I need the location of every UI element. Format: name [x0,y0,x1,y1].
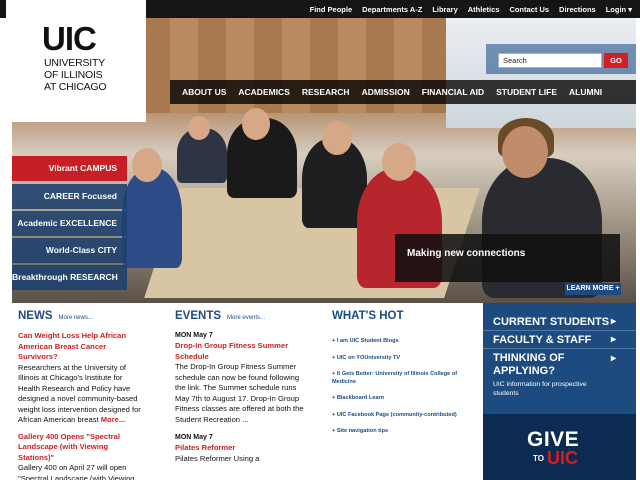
more-events-link[interactable]: More events... [227,315,265,321]
utility-link-find-people[interactable]: Find People [310,5,353,14]
logo-line-1: UNIVERSITY [44,57,106,69]
news-item: Can Weight Loss Help African American Br… [18,331,146,426]
hero-student-head [382,143,416,181]
search-input[interactable] [498,53,602,68]
nav-student-life[interactable]: STUDENT LIFE [490,87,563,97]
hero-student-head [502,126,548,178]
faculty-staff-link[interactable]: FACULTY & STAFF ▸ [493,334,616,346]
more-news-link[interactable]: More news... [59,315,93,321]
hot-link-facebook[interactable]: UIC Facebook Page (community-contributed… [332,412,462,420]
give-to-uic-banner[interactable]: GIVE TO UIC [483,414,636,480]
logo-mark: UIC [42,20,97,57]
hot-link-student-blogs[interactable]: I am UIC Student Blogs [332,338,462,346]
hot-link-youniversity-tv[interactable]: UIC on YOUniversity TV [332,355,462,363]
divider [483,330,636,331]
news-item-body: Researchers at the University of Illinoi… [18,363,146,426]
event-body: Pilates Reformer Using a [175,453,260,463]
current-students-label: CURRENT STUDENTS [493,316,610,328]
logo-wordmark: UNIVERSITY OF ILLINOIS AT CHICAGO [44,57,107,93]
hero-student-head [242,108,270,140]
hero-caption: Making new connections [395,234,620,282]
give-uic-word: UIC [547,448,578,468]
nav-alumni[interactable]: ALUMNI [563,87,608,97]
event-date: MON May 7 [175,434,213,441]
whats-hot-section: WHAT'S HOT I am UIC Student Blogs UIC on… [332,310,462,445]
events-title: EVENTS [175,310,222,322]
nav-research[interactable]: RESEARCH [296,87,356,97]
tab-career-focused[interactable]: CAREER Focused [12,184,127,209]
faculty-staff-label: FACULTY & STAFF [493,334,592,346]
tab-breakthrough-research[interactable]: Breakthrough RESEARCH [12,265,127,290]
news-header: NEWS More news... [18,310,146,322]
chevron-right-icon: ▸ [611,353,617,364]
news-item-more-link[interactable]: More... [101,415,125,424]
divider [483,348,636,349]
tab-academic-excellence[interactable]: Academic EXCELLENCE [12,211,127,236]
utility-links: Find People Departments A-Z Library Athl… [310,0,632,18]
tab-vibrant-campus[interactable]: Vibrant CAMPUS [12,156,127,181]
tab-world-class-city[interactable]: World-Class CITY [12,238,127,263]
thinking-label-line1: THINKING OF [493,352,565,364]
event-title[interactable]: Pilates Reformer [175,443,305,454]
prospective-students-text: UIC information for prospective students [493,381,587,397]
hot-link-navigation-tips[interactable]: Site navigation tips [332,428,462,436]
give-to-word: TO [533,454,544,463]
nav-financial-aid[interactable]: FINANCIAL AID [416,87,490,97]
logo-line-2: OF ILLINOIS [44,69,103,81]
thinking-label-line2: APPLYING? [493,365,555,377]
utility-link-athletics[interactable]: Athletics [468,5,500,14]
nav-academics[interactable]: ACADEMICS [232,87,295,97]
feature-tabs: Vibrant CAMPUS CAREER Focused Academic E… [12,156,127,292]
utility-link-library[interactable]: Library [432,5,457,14]
search-go-button[interactable]: GO [604,53,628,68]
nav-admission[interactable]: ADMISSION [356,87,416,97]
uic-logo[interactable]: UIC UNIVERSITY OF ILLINOIS AT CHICAGO [6,0,146,122]
learn-more-button[interactable]: LEARN MORE + [565,283,621,295]
news-item-title[interactable]: Gallery 400 Opens "Spectral Landscape (w… [18,432,146,464]
main-nav: ABOUT US ACADEMICS RESEARCH ADMISSION FI… [170,80,636,104]
hero-student [122,168,182,268]
whats-hot-title: WHAT'S HOT [332,310,404,322]
logo-line-3: AT CHICAGO [44,81,107,93]
news-item: Gallery 400 Opens "Spectral Landscape (w… [18,432,146,480]
events-header: EVENTS More events... [175,310,305,322]
event-body: The Drop-In Group Fitness Summer schedul… [175,362,304,424]
news-title: NEWS [18,310,53,322]
login-dropdown[interactable]: Login [606,5,632,14]
utility-link-departments[interactable]: Departments A-Z [362,5,422,14]
utility-link-directions[interactable]: Directions [559,5,596,14]
hero-student-head [132,148,162,182]
events-section: EVENTS More events... MON May 7 Drop-In … [175,310,305,472]
thinking-of-applying-link[interactable]: THINKING OF APPLYING? ▸ [493,352,616,378]
search-area: GO [486,44,636,74]
whats-hot-header: WHAT'S HOT [332,310,462,322]
news-section: NEWS More news... Can Weight Loss Help A… [18,310,146,480]
current-students-link[interactable]: CURRENT STUDENTS ▸ [493,316,616,328]
news-item-title[interactable]: Can Weight Loss Help African American Br… [18,331,146,363]
chevron-right-icon: ▸ [611,316,617,327]
nav-about-us[interactable]: ABOUT US [170,87,232,97]
hero-student-head [322,121,352,155]
chevron-right-icon: ▸ [611,334,617,345]
utility-link-contact-us[interactable]: Contact Us [509,5,549,14]
event-date: MON May 7 [175,332,213,339]
event-title[interactable]: Drop-In Group Fitness Summer Schedule [175,341,305,362]
hot-link-it-gets-better[interactable]: It Gets Better: University of Illinois C… [332,371,462,386]
hot-link-blackboard[interactable]: Blackboard Learn [332,395,462,403]
news-item-body: Gallery 400 on April 27 will open "Spect… [18,463,135,480]
hero-student-head [188,116,210,140]
